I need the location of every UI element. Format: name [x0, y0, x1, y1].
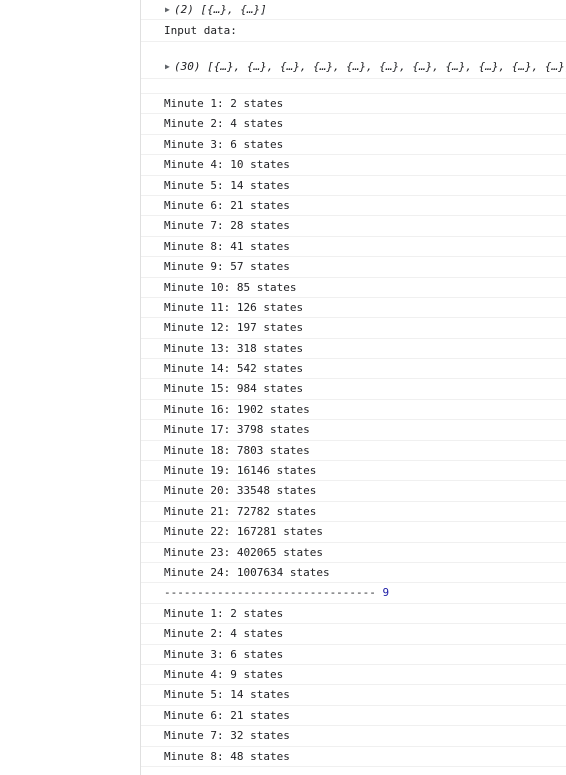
console-log-text: Minute 6: 21 states: [164, 708, 290, 722]
console-log-row: Minute 22: 167281 states: [141, 522, 566, 543]
console-log-text: Minute 8: 41 states: [164, 239, 290, 253]
expand-arrow-icon[interactable]: ▶: [165, 56, 170, 78]
console-log-text: Minute 2: 4 states: [164, 117, 284, 131]
console-log-row: Minute 1: 2 states: [141, 604, 566, 625]
console-log-row: Minute 16: 1902 states: [141, 400, 566, 421]
console-log-text: Minute 22: 167281 states: [164, 525, 323, 539]
console-log-row: Minute 7: 32 states: [141, 726, 566, 747]
separator-dashes: --------------------------------: [164, 586, 376, 600]
array-preview[interactable]: (30) [{…}, {…}, {…}, {…}, {…}, {…}, {…},…: [164, 60, 566, 73]
console-log-row: Minute 19: 16146 states: [141, 461, 566, 482]
console-log-text: Minute 15: 984 states: [164, 382, 304, 396]
left-gutter: [0, 0, 141, 775]
console-row-input-label: Input data:: [141, 20, 566, 42]
console-spacer: [141, 42, 566, 56]
console-log-row: Minute 13: 318 states: [141, 339, 566, 360]
console-log-row: Minute 17: 3798 states: [141, 420, 566, 441]
console-log-text: Minute 1: 2 states: [164, 97, 284, 110]
console-log-text: Minute 9: 57 states: [164, 260, 290, 274]
console-log-row: Minute 12: 197 states: [141, 318, 566, 339]
console-log-text: Minute 5: 14 states: [164, 178, 290, 192]
console-log-row: Minute 5: 14 states: [141, 685, 566, 706]
console-log-text: Minute 19: 16146 states: [164, 464, 317, 478]
console-gap: [141, 79, 566, 94]
array-preview[interactable]: (2) [{…}, {…}]: [164, 3, 267, 16]
expand-arrow-icon[interactable]: ▶: [165, 0, 170, 19]
run1-log-group: Minute 1: 2 states Minute 2: 4 states Minu…: [141, 94, 566, 584]
console-log-row: Minute 20: 33548 states: [141, 481, 566, 502]
console-log-row: Minute 5: 14 states: [141, 176, 566, 196]
run2-log-group: Minute 1: 2 states Minute 2: 4 states Minu…: [141, 604, 566, 767]
console-log-text: Minute 21: 72782 states: [164, 504, 317, 518]
console-log-row: Minute 15: 984 states: [141, 379, 566, 400]
console-log-text: Minute 3: 6 states: [164, 137, 284, 151]
console-log-text: Minute 7: 32 states: [164, 729, 290, 743]
console-row-separator: -------------------------------- 9: [141, 583, 566, 604]
console-log-text: Minute 10: 85 states: [164, 280, 297, 294]
console-log-row: Minute 14: 542 states: [141, 359, 566, 380]
console-log-row: Minute 3: 6 states: [141, 135, 566, 156]
console-log-text: Minute 4: 10 states: [164, 158, 290, 172]
console-log-text: Minute 17: 3798 states: [164, 423, 310, 437]
console-log-text: Minute 4: 9 states: [164, 667, 284, 681]
console-log-row: Minute 8: 41 states: [141, 237, 566, 258]
console-log-text: Minute 1: 2 states: [164, 606, 284, 620]
console-log-row: Minute 3: 6 states: [141, 645, 566, 665]
console-log-text: Minute 8: 48 states: [164, 749, 290, 763]
console-log-row: Minute 23: 402065 states: [141, 543, 566, 563]
console-log-text: Minute 7: 28 states: [164, 219, 290, 233]
console-log-row: Minute 6: 21 states: [141, 196, 566, 217]
console-log-row: Minute 1: 2 states: [141, 94, 566, 115]
console-log-row: Minute 2: 4 states: [141, 624, 566, 645]
console-log-text: Minute 16: 1902 states: [164, 402, 310, 416]
console-output: ▶ (2) [{…}, {…}] Input data: ▶ (30) [{…}…: [141, 0, 566, 775]
console-log-text: Minute 20: 33548 states: [164, 484, 317, 498]
console-log-text: Minute 13: 318 states: [164, 341, 304, 355]
console-log-row: Minute 8: 48 states: [141, 747, 566, 767]
console-row-array-2[interactable]: ▶ (2) [{…}, {…}]: [141, 0, 566, 20]
console-log-row: Minute 6: 21 states: [141, 706, 566, 727]
console-log-text: Minute 6: 21 states: [164, 198, 290, 212]
console-log-row: Minute 24: 1007634 states: [141, 563, 566, 584]
console-log-row: Minute 18: 7803 states: [141, 441, 566, 462]
console-row-array-30[interactable]: ▶ (30) [{…}, {…}, {…}, {…}, {…}, {…}, {……: [141, 56, 566, 79]
console-log-text: Minute 18: 7803 states: [164, 443, 310, 457]
console-log-row: Minute 21: 72782 states: [141, 502, 566, 523]
console-log-row: Minute 9: 57 states: [141, 257, 566, 278]
console-log-text: Minute 24: 1007634 states: [164, 565, 330, 579]
console-log-text: Minute 2: 4 states: [164, 627, 284, 641]
console-log-row: Minute 11: 126 states: [141, 298, 566, 319]
separator-value: 9: [382, 586, 390, 600]
console-log-text: Minute 23: 402065 states: [164, 545, 323, 559]
console-log-text: Minute 3: 6 states: [164, 647, 284, 661]
input-data-label: Input data:: [164, 24, 237, 37]
console-log-text: Minute 14: 542 states: [164, 362, 304, 376]
console-log-row: Minute 4: 9 states: [141, 665, 566, 686]
console-log-row: Minute 2: 4 states: [141, 114, 566, 135]
console-log-text: Minute 5: 14 states: [164, 688, 290, 702]
console-log-row: Minute 10: 85 states: [141, 278, 566, 298]
console-log-row: Minute 4: 10 states: [141, 155, 566, 176]
console-log-row: Minute 7: 28 states: [141, 216, 566, 237]
console-log-text: Minute 12: 197 states: [164, 321, 304, 335]
console-log-text: Minute 11: 126 states: [164, 300, 304, 314]
